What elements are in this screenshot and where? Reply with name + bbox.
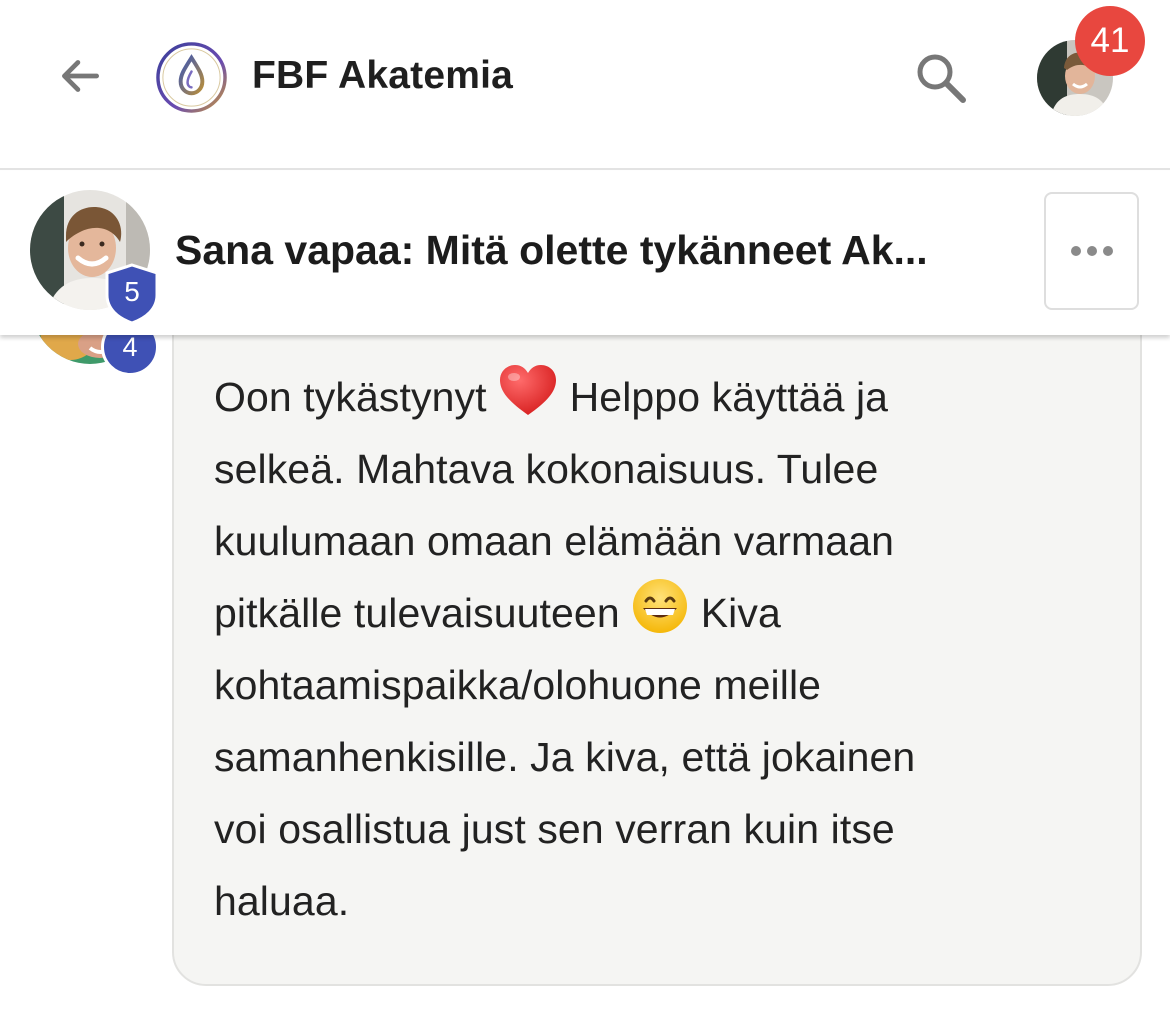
search-icon — [917, 54, 966, 103]
topic-more-button[interactable] — [1044, 192, 1139, 310]
post-text: Oon tykästynyt — [214, 374, 487, 420]
post-line: kuulumaan omaan elämään varmaan — [214, 518, 895, 564]
search-button[interactable] — [906, 46, 976, 110]
post-text: pitkälle tulevaisuuteen — [214, 590, 620, 636]
post-line: voi osallistua just sen verran kuin itse — [214, 806, 895, 852]
post-body: Oon tykästynyt Helppo käyttää ja selkeä.… — [214, 361, 1044, 937]
post-line: haluaa. — [214, 878, 350, 924]
post-text: Helppo käyttää ja — [569, 374, 889, 420]
trust-level-number: 5 — [124, 276, 140, 307]
notification-count-badge[interactable]: 41 — [1075, 6, 1145, 76]
back-button[interactable] — [48, 44, 112, 108]
more-horizontal-icon — [1102, 246, 1113, 256]
header-divider — [0, 168, 1170, 170]
post-text: Kiva — [700, 590, 781, 636]
trust-level-badge: 5 — [104, 263, 160, 325]
more-horizontal-icon — [1086, 246, 1097, 256]
app-header: FBF Akatemia 41 — [0, 0, 1170, 170]
brand-logo[interactable] — [155, 41, 228, 114]
app-screen: FBF Akatemia 41 5 Sana vapaa: Mitä olett… — [0, 0, 1170, 1015]
more-horizontal-icon — [1070, 246, 1081, 256]
brand-name[interactable]: FBF Akatemia — [252, 54, 513, 98]
arrow-left-icon — [62, 60, 100, 92]
heart-emoji — [500, 365, 557, 415]
grinning-face-emoji — [633, 579, 688, 633]
post-line: Oon tykästynyt Helppo käyttää ja — [214, 361, 1044, 433]
post-line: selkeä. Mahtava kokonaisuus. Tulee — [214, 446, 879, 492]
topic-title[interactable]: Sana vapaa: Mitä olette tykänneet Ak... — [175, 227, 1015, 274]
post-line: pitkälle tulevaisuuteen Kiva — [214, 577, 1044, 649]
post-line: kohtaamispaikka/olohuone meille — [214, 662, 822, 708]
post-line: samanhenkisille. Ja kiva, että jokainen — [214, 734, 916, 780]
topic-header: 5 Sana vapaa: Mitä olette tykänneet Ak..… — [0, 171, 1170, 335]
